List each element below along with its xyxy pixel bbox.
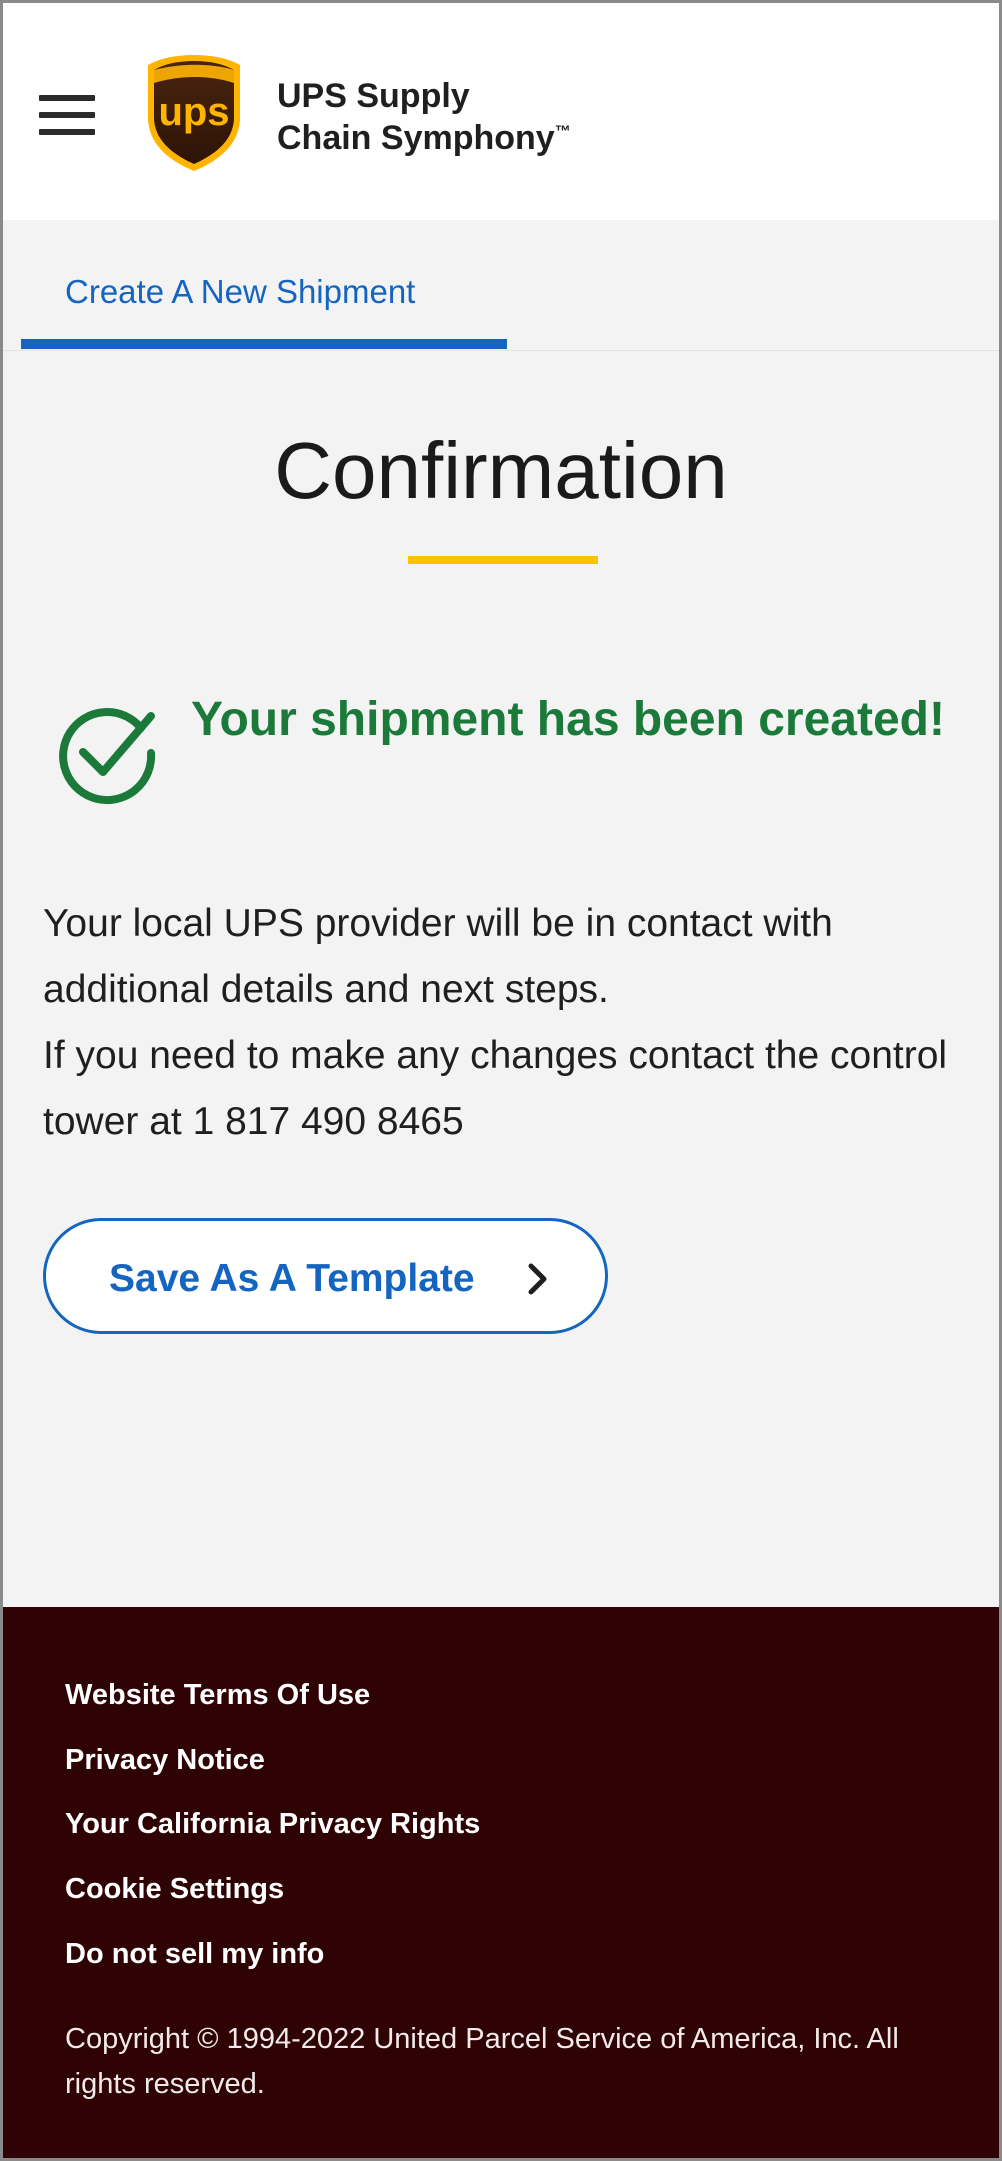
title-accent-bar — [408, 556, 598, 564]
brand-name: UPS Supply Chain Symphony™ — [277, 75, 571, 159]
tab-bar: Create A New Shipment — [3, 220, 999, 351]
success-message: Your shipment has been created! — [191, 693, 945, 746]
message-line: If you need to make any changes contact … — [43, 1034, 948, 1143]
site-footer: Website Terms Of Use Privacy Notice Your… — [3, 1607, 999, 2158]
page-title: Confirmation — [274, 426, 728, 515]
save-as-template-button[interactable]: Save As A Template — [43, 1218, 608, 1334]
message-line: Your local UPS provider will be in conta… — [43, 902, 833, 1011]
trademark-symbol: ™ — [554, 123, 571, 141]
ups-logo[interactable]: ups — [144, 53, 244, 173]
check-circle-icon — [59, 708, 156, 805]
tab-create-new-shipment[interactable]: Create A New Shipment — [21, 220, 507, 350]
footer-link-cookie-settings[interactable]: Cookie Settings — [65, 1873, 284, 1906]
brand-line-2: Chain Symphony™ — [277, 119, 571, 157]
footer-link-terms[interactable]: Website Terms Of Use — [65, 1679, 370, 1712]
active-tab-indicator — [21, 339, 507, 349]
save-as-template-label: Save As A Template — [109, 1257, 475, 1300]
hamburger-menu-icon[interactable] — [39, 93, 95, 137]
brand-line-1: UPS Supply — [277, 77, 470, 115]
copyright-text: Copyright © 1994-2022 United Parcel Serv… — [65, 2023, 899, 2100]
confirmation-message: Your local UPS provider will be in conta… — [43, 891, 963, 1155]
app-header: ups UPS Supply Chain Symphony™ — [3, 3, 999, 220]
app-frame: ups UPS Supply Chain Symphony™ Create A … — [0, 0, 1002, 2161]
footer-link-do-not-sell[interactable]: Do not sell my info — [65, 1938, 324, 1971]
footer-link-california-privacy[interactable]: Your California Privacy Rights — [65, 1808, 480, 1841]
chevron-right-icon — [528, 1263, 547, 1295]
logo-text: ups — [158, 90, 229, 134]
footer-link-privacy-notice[interactable]: Privacy Notice — [65, 1744, 265, 1777]
tab-label: Create A New Shipment — [65, 273, 416, 310]
